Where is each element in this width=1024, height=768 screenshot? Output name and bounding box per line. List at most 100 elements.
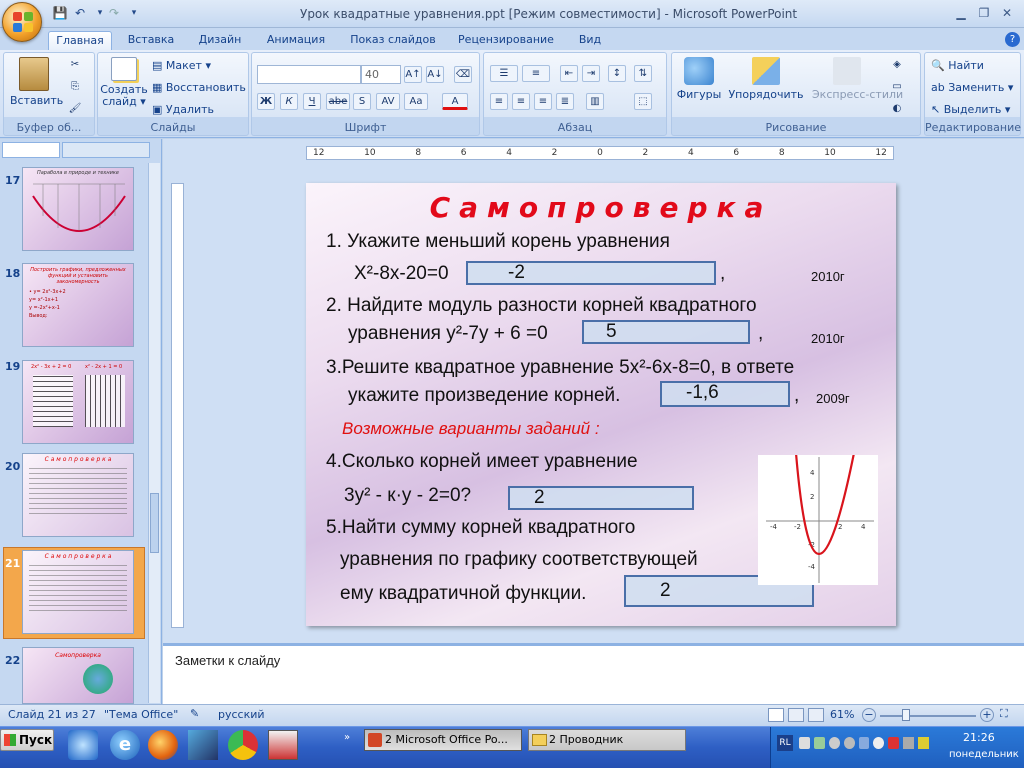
cut-icon[interactable]: ✂: [66, 57, 84, 74]
tray-icon[interactable]: [799, 737, 810, 749]
notes-placeholder[interactable]: Заметки к слайду: [175, 653, 280, 668]
clear-format-icon[interactable]: ⌫: [454, 66, 472, 83]
language[interactable]: русский: [218, 708, 265, 721]
outline-tab[interactable]: [62, 142, 150, 158]
tray-icon[interactable]: [873, 737, 885, 749]
outline-icon[interactable]: ▭: [888, 79, 906, 96]
fill-icon[interactable]: ◈: [888, 57, 906, 74]
tray-icon[interactable]: [813, 737, 825, 749]
zoom-out-icon[interactable]: −: [862, 708, 876, 722]
format-painter-icon[interactable]: 🖌: [66, 101, 84, 118]
line-spacing-icon[interactable]: ↕: [608, 65, 626, 82]
save-icon[interactable]: 💾: [52, 5, 68, 21]
align-right-icon[interactable]: ≡: [534, 93, 552, 110]
tray-icon[interactable]: [843, 737, 855, 749]
help-icon[interactable]: ?: [1005, 32, 1020, 47]
bold-button[interactable]: Ж: [257, 93, 275, 110]
smartart-icon[interactable]: ⬚: [634, 93, 652, 110]
start-button[interactable]: Пуск: [0, 729, 54, 751]
fit-to-window-icon[interactable]: ⛶: [1000, 707, 1008, 721]
italic-button[interactable]: К: [280, 93, 298, 110]
tab-view[interactable]: Вид: [568, 31, 612, 50]
text-direction-icon[interactable]: ⇅: [634, 65, 652, 82]
app-chart-icon[interactable]: [268, 730, 298, 760]
language-indicator[interactable]: RL: [777, 735, 793, 751]
effects-icon[interactable]: ◐: [888, 101, 906, 118]
find-button[interactable]: 🔍 Найти: [931, 57, 984, 74]
slides-tab[interactable]: [2, 142, 60, 158]
align-center-icon[interactable]: ≡: [512, 93, 530, 110]
reset-button[interactable]: ▦ Восстановить: [152, 79, 246, 96]
undo-icon[interactable]: ↶: [72, 5, 88, 21]
shrink-font-icon[interactable]: A↓: [426, 66, 444, 83]
replace-button[interactable]: ab Заменить ▾: [931, 79, 1013, 96]
taskbar-explorer[interactable]: 2 Проводник: [528, 729, 686, 751]
tray-icon[interactable]: [828, 737, 840, 749]
customize-quick-access-icon[interactable]: ▾: [126, 5, 142, 21]
tray-icon[interactable]: [918, 737, 930, 749]
redo-icon[interactable]: ↷: [106, 5, 122, 21]
office-button[interactable]: [2, 2, 42, 42]
tab-animation[interactable]: Анимация: [258, 31, 334, 50]
paste-button[interactable]: Вставить: [10, 57, 63, 107]
zoom-in-icon[interactable]: +: [980, 708, 994, 722]
shadow-button[interactable]: S: [353, 93, 371, 110]
select-button[interactable]: ↖ Выделить ▾: [931, 101, 1010, 118]
firefox-icon[interactable]: [148, 730, 178, 760]
internet-explorer-icon[interactable]: e: [110, 730, 140, 760]
bullets-icon[interactable]: ☰: [490, 65, 518, 82]
chrome-icon[interactable]: [228, 730, 258, 760]
volume-icon[interactable]: [903, 737, 915, 749]
slide-thumbnail-19[interactable]: 2x² - 3x + 2 = 0 x² - 2x + 1 = 0: [22, 360, 134, 444]
show-desktop-icon[interactable]: [68, 730, 98, 760]
scrollbar-thumb[interactable]: [150, 493, 159, 553]
clock-time[interactable]: 21:26: [963, 731, 995, 744]
columns-icon[interactable]: ▥: [586, 93, 604, 110]
notes-pane[interactable]: Заметки к слайду: [163, 643, 1024, 704]
tray-icon[interactable]: [858, 737, 870, 749]
align-left-icon[interactable]: ≡: [490, 93, 508, 110]
taskbar-powerpoint[interactable]: 2 Microsoft Office Po...: [364, 729, 522, 751]
change-case-button[interactable]: Aa: [404, 93, 428, 110]
delete-slide-button[interactable]: ▣ Удалить: [152, 101, 214, 118]
char-spacing-button[interactable]: AV: [376, 93, 400, 110]
slide-thumbnail-18[interactable]: Построить графики, предложенных функций …: [22, 263, 134, 347]
increase-indent-icon[interactable]: ⇥: [582, 65, 600, 82]
slide-canvas[interactable]: Самопроверка 1. Укажите меньший корень у…: [306, 183, 896, 626]
zoom-slider[interactable]: [880, 715, 976, 717]
app-cube-icon[interactable]: [188, 730, 218, 760]
normal-view-icon[interactable]: [768, 708, 784, 722]
slide-thumbnail-20[interactable]: С а м о п р о в е р к а: [22, 453, 134, 537]
slide-thumbnail-17[interactable]: Парабола в природе и технике: [22, 167, 134, 251]
zoom-level[interactable]: 61%: [830, 708, 854, 721]
font-color-button[interactable]: A: [442, 93, 468, 110]
spellcheck-icon[interactable]: ✎: [190, 707, 199, 720]
tab-review[interactable]: Рецензирование: [452, 31, 560, 50]
sorter-view-icon[interactable]: [788, 708, 804, 722]
slide-thumbnail-21[interactable]: С а м о п р о в е р к а: [22, 550, 134, 634]
tab-slideshow[interactable]: Показ слайдов: [342, 31, 444, 50]
strikethrough-button[interactable]: abe: [326, 93, 350, 110]
close-button[interactable]: ✕: [996, 4, 1018, 22]
tab-insert[interactable]: Вставка: [120, 31, 182, 50]
tab-design[interactable]: Дизайн: [190, 31, 250, 50]
arrange-button[interactable]: Упорядочить: [724, 57, 808, 101]
zoom-slider-thumb[interactable]: [902, 709, 910, 721]
layout-button[interactable]: ▤ Макет ▾: [152, 57, 211, 74]
new-slide-button[interactable]: Создать слайд ▾: [100, 57, 148, 108]
taskbar-overflow-icon[interactable]: »: [344, 732, 350, 743]
slideshow-view-icon[interactable]: [808, 708, 824, 722]
slide-thumbnail-22[interactable]: Самопроверка: [22, 647, 134, 704]
shapes-button[interactable]: Фигуры: [676, 57, 722, 101]
tray-icon[interactable]: [888, 737, 900, 749]
thumbnails-scrollbar[interactable]: [148, 163, 160, 703]
tab-home[interactable]: Главная: [48, 31, 112, 50]
font-name-select[interactable]: [257, 65, 361, 84]
copy-icon[interactable]: ⎘: [66, 79, 84, 96]
underline-button[interactable]: Ч: [303, 93, 321, 110]
decrease-indent-icon[interactable]: ⇤: [560, 65, 578, 82]
maximize-button[interactable]: ❐: [973, 4, 995, 22]
grow-font-icon[interactable]: A↑: [404, 66, 422, 83]
quick-styles-button[interactable]: Экспресс-стили: [812, 57, 903, 101]
numbering-icon[interactable]: ≡: [522, 65, 550, 82]
